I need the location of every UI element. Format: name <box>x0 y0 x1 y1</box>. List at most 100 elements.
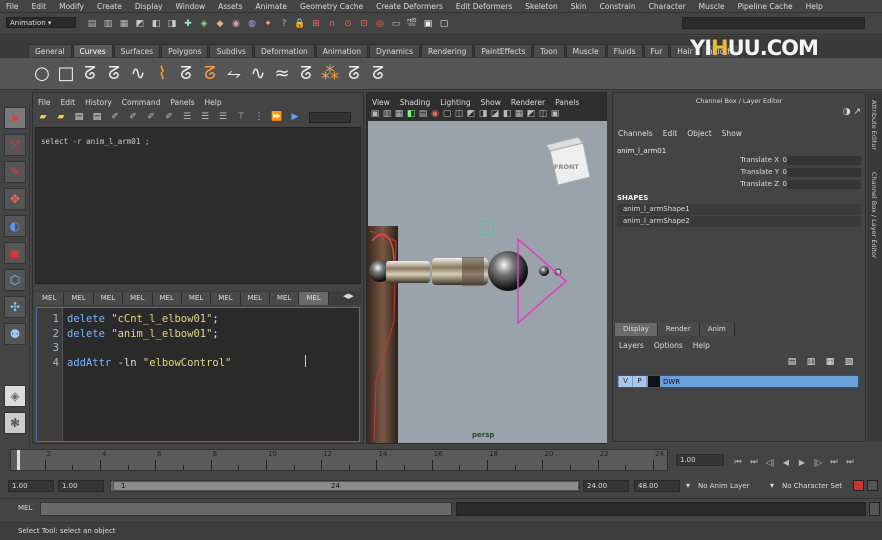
fillet-curve-icon[interactable]: ⁂ <box>320 63 340 85</box>
bookmark-icon[interactable]: ▦ <box>394 107 404 121</box>
attribute-value-field[interactable] <box>787 168 861 177</box>
quick-select-field[interactable] <box>682 17 865 29</box>
go-to-start-icon[interactable]: ⏮ <box>731 455 745 469</box>
layer-visibility-toggle[interactable]: V <box>619 376 632 387</box>
menu-help[interactable]: Help <box>806 2 823 11</box>
lock-camera-icon[interactable]: ▥ <box>382 107 392 121</box>
select-component-icon[interactable]: ◨ <box>165 17 179 31</box>
channel-menu-show[interactable]: Show <box>722 129 742 138</box>
menu-edit[interactable]: Edit <box>32 2 47 11</box>
wireframe-icon[interactable]: ◫ <box>454 107 464 121</box>
menu-skin[interactable]: Skin <box>571 2 587 11</box>
clear-input-icon[interactable]: ✐ <box>126 110 140 124</box>
step-forward-frame-icon[interactable]: |▷ <box>811 455 825 469</box>
viewport-scene[interactable]: FRONT persp <box>368 121 607 443</box>
attach-curves-icon[interactable]: ᘔ <box>176 63 196 85</box>
play-backward-icon[interactable]: ◀ <box>779 455 793 469</box>
arc-curve-icon[interactable]: ⌇ <box>152 63 172 85</box>
view-cube[interactable] <box>545 136 591 186</box>
tab-mel-6[interactable]: MEL <box>181 291 212 305</box>
select-by-misc-icon[interactable]: ? <box>277 17 291 31</box>
render-settings-icon[interactable]: ▢ <box>437 17 451 31</box>
shelf-tab-deformation[interactable]: Deformation <box>253 44 315 57</box>
render-icon[interactable]: 🎬 <box>405 17 419 31</box>
layer-menu-options[interactable]: Options <box>654 341 683 350</box>
source-script-icon[interactable]: ▰ <box>54 110 68 124</box>
select-by-joint-icon[interactable]: ✚ <box>181 17 195 31</box>
attribute-editor-tab[interactable]: Attribute Editor <box>870 100 878 150</box>
show-both-icon[interactable]: ☰ <box>216 110 230 124</box>
attribute-row[interactable]: Translate X0 <box>613 155 865 166</box>
playback-start-field[interactable]: 1.00 <box>58 480 104 492</box>
selected-object-name[interactable]: anim_l_arm01 <box>617 147 666 155</box>
select-hierarchy-icon[interactable]: ◩ <box>133 17 147 31</box>
show-history-icon[interactable]: ☰ <box>180 110 194 124</box>
go-to-end-icon[interactable]: ⏭ <box>843 455 857 469</box>
detach-curves-icon[interactable]: ᘔ <box>200 63 220 85</box>
layer-options-icon[interactable]: ▦ <box>823 355 837 369</box>
select-by-deform-icon[interactable]: ◉ <box>229 17 243 31</box>
attribute-value-field[interactable] <box>787 180 861 189</box>
scale-tool-icon[interactable]: ▣ <box>4 242 26 264</box>
echo-commands-icon[interactable]: ✐ <box>162 110 176 124</box>
script-menu-edit[interactable]: Edit <box>61 98 76 107</box>
character-set-label[interactable]: No Character Set <box>782 482 842 490</box>
select-tool-icon[interactable]: ➤ <box>4 107 26 129</box>
viewport-menu-lighting[interactable]: Lighting <box>440 98 470 107</box>
select-by-dynamics-icon[interactable]: ◍ <box>245 17 259 31</box>
animation-start-field[interactable]: 1.00 <box>8 480 54 492</box>
range-slider-handle[interactable] <box>113 481 579 491</box>
show-line-numbers-icon[interactable]: ⊤ <box>234 110 248 124</box>
menu-pipeline-cache[interactable]: Pipeline Cache <box>738 2 793 11</box>
anim-layer-dropdown-icon[interactable]: ▾ <box>686 481 690 490</box>
new-layer-selected-icon[interactable]: ▥ <box>804 355 818 369</box>
shape-item[interactable]: anim_l_armShape2 <box>617 216 861 227</box>
attribute-row[interactable]: Translate Y0 <box>613 167 865 178</box>
isolate-icon[interactable]: ▦ <box>514 107 524 121</box>
new-scene-icon[interactable]: ▤ <box>85 17 99 31</box>
viewport-menu-renderer[interactable]: Renderer <box>511 98 545 107</box>
viewport-menu-view[interactable]: View <box>372 98 390 107</box>
menu-animate[interactable]: Animate <box>256 2 287 11</box>
shelf-tab-fluids[interactable]: Fluids <box>606 44 643 57</box>
channel-box-tab[interactable]: Channel Box / Layer Editor <box>870 172 878 259</box>
last-tool-icon[interactable]: ⚉ <box>4 323 26 345</box>
history-icon[interactable]: ▭ <box>389 17 403 31</box>
menu-skeleton[interactable]: Skeleton <box>525 2 557 11</box>
manipulator-icon[interactable]: ⬡ <box>4 269 26 291</box>
snap-grid-icon[interactable]: ⊞ <box>309 17 323 31</box>
shelf-tab-general[interactable]: General <box>28 44 72 57</box>
shelf-tab-painteffects[interactable]: PaintEffects <box>474 44 533 57</box>
tab-mel-3[interactable]: MEL <box>93 291 124 305</box>
preferences-icon[interactable] <box>867 480 878 491</box>
make-live-icon[interactable]: ◎ <box>373 17 387 31</box>
script-menu-history[interactable]: History <box>85 98 112 107</box>
curve-editing-icon[interactable]: ᘔ <box>368 63 388 85</box>
xray-joints-icon[interactable]: ◫ <box>538 107 548 121</box>
auto-key-icon[interactable] <box>853 480 864 491</box>
menu-assets[interactable]: Assets <box>218 2 242 11</box>
add-points-icon[interactable]: ᘔ <box>344 63 364 85</box>
script-input[interactable]: 1234 delete "cCnt_l_elbow01"; delete "ani… <box>36 307 360 442</box>
anim-layer-label[interactable]: No Anim Layer <box>698 482 749 490</box>
menu-create[interactable]: Create <box>97 2 122 11</box>
step-forward-key-icon[interactable]: ⏭ <box>827 455 841 469</box>
select-by-curve-icon[interactable]: ◈ <box>197 17 211 31</box>
menu-muscle[interactable]: Muscle <box>699 2 725 11</box>
cv-curve-icon[interactable]: ᘔ <box>80 63 100 85</box>
shape-item[interactable]: anim_l_armShape1 <box>617 204 861 215</box>
xray-icon[interactable]: ◩ <box>526 107 536 121</box>
menu-set-dropdown[interactable]: Animation ▾ <box>6 17 76 28</box>
animation-end-field[interactable]: 48.00 <box>634 480 680 492</box>
snap-curve-icon[interactable]: ∩ <box>325 17 339 31</box>
save-scene-icon[interactable]: ▦ <box>117 17 131 31</box>
menu-constrain[interactable]: Constrain <box>600 2 636 11</box>
script-menu-panels[interactable]: Panels <box>170 98 194 107</box>
script-menu-command[interactable]: Command <box>122 98 161 107</box>
clear-history-icon[interactable]: ✐ <box>108 110 122 124</box>
command-input[interactable] <box>40 502 452 516</box>
tab-mel-7[interactable]: MEL <box>211 291 241 305</box>
snap-view-icon[interactable]: ⊡ <box>357 17 371 31</box>
layer-playback-toggle[interactable]: P <box>633 376 646 387</box>
script-menu-file[interactable]: File <box>38 98 51 107</box>
